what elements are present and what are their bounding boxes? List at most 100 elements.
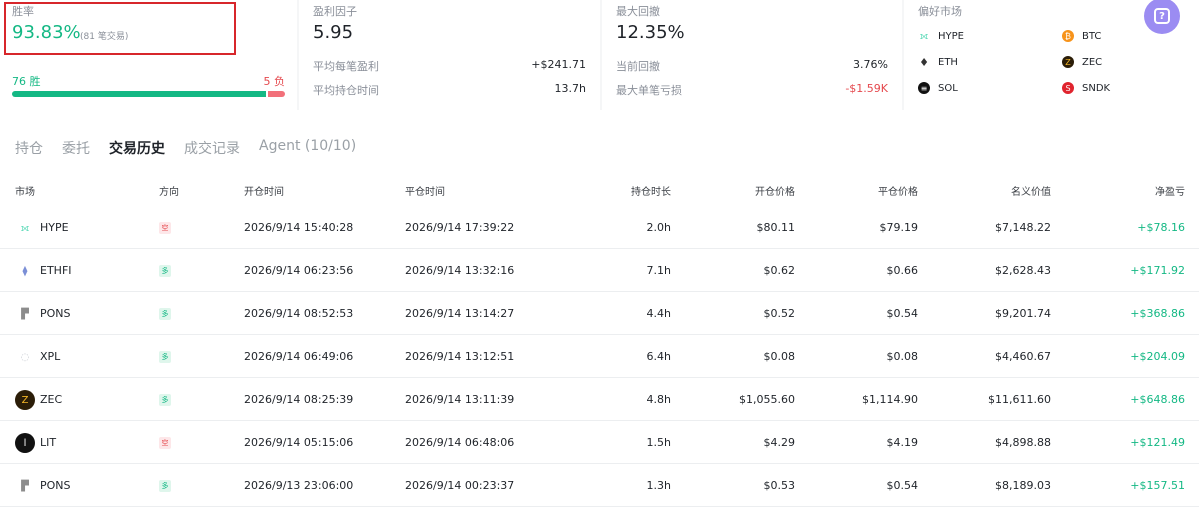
cell-market[interactable]: LIT (40, 436, 56, 449)
tab-agent[interactable]: Agent (10/10) (259, 138, 356, 158)
cell-market[interactable]: PONS (40, 307, 71, 320)
sndk-icon: S (1062, 82, 1074, 94)
side-badge: 多 (159, 480, 171, 492)
cell-open-price: $0.52 (763, 307, 796, 320)
current-drawdown-value: 3.76% (853, 58, 888, 71)
eth-icon: ♦ (919, 55, 929, 69)
avg-hold-label: 平均持仓时间 (313, 84, 379, 97)
cell-close-time: 2026/9/14 13:32:16 (405, 264, 515, 277)
col-side[interactable]: 方向 (159, 183, 179, 198)
cell-notional: $7,148.22 (995, 221, 1051, 234)
wins-count: 76 胜 (12, 75, 41, 88)
cell-pnl: +$648.86 (1130, 393, 1185, 406)
btc-icon: ₿ (1062, 30, 1074, 42)
tab-orders[interactable]: 委托 (62, 138, 90, 158)
cell-pnl: +$121.49 (1130, 436, 1185, 449)
market-zec[interactable]: Z ZEC (1062, 56, 1102, 68)
table-header: 市场 方向 开仓时间 平仓时间 持仓时长 开仓价格 平仓价格 名义价值 净盈亏 (0, 183, 1199, 199)
cell-open-time: 2026/9/14 08:25:39 (244, 393, 354, 406)
market-btc[interactable]: ₿ BTC (1062, 30, 1101, 42)
max-loss-value: -$1.59K (845, 82, 888, 95)
tab-trade-history[interactable]: 交易历史 (109, 138, 165, 158)
cell-duration: 7.1h (646, 264, 671, 277)
col-notional[interactable]: 名义价值 (1011, 183, 1051, 198)
tab-positions[interactable]: 持仓 (15, 138, 43, 158)
cell-close-price: $0.66 (886, 264, 919, 277)
drawdown-card: 最大回撤 12.35% 当前回撤 3.76% 最大单笔亏损 -$1.59K (602, 0, 902, 110)
cell-open-time: 2026/9/14 05:15:06 (244, 436, 354, 449)
cell-pnl: +$171.92 (1130, 264, 1185, 277)
drawdown-value: 12.35% (616, 22, 685, 43)
market-label: HYPE (938, 30, 964, 42)
max-loss-label: 最大单笔亏损 (616, 84, 682, 97)
winrate-bar-wins (12, 91, 266, 97)
cell-open-price: $0.62 (763, 264, 796, 277)
zec-icon: Z (15, 390, 35, 410)
cell-market[interactable]: ETHFI (40, 264, 72, 277)
lit-icon: l (15, 433, 35, 453)
cell-notional: $4,460.67 (995, 350, 1051, 363)
market-sndk[interactable]: S SNDK (1062, 82, 1110, 94)
pons-icon: ▛ (21, 308, 29, 320)
cell-close-price: $4.19 (886, 436, 919, 449)
cell-close-price: $0.08 (886, 350, 919, 363)
cell-market[interactable]: ZEC (40, 393, 62, 406)
market-label: ZEC (1082, 56, 1103, 68)
table-row[interactable]: Z ZEC 多 2026/9/14 08:25:39 2026/9/14 13:11:3… (0, 379, 1199, 421)
table-row[interactable]: ▛ PONS 多 2026/9/14 08:52:53 2026/9/14 13:14:… (0, 293, 1199, 335)
col-market[interactable]: 市场 (15, 183, 35, 198)
cell-close-price: $1,114.90 (862, 393, 918, 406)
profit-factor-value: 5.95 (313, 22, 354, 43)
cell-market[interactable]: XPL (40, 350, 60, 363)
market-eth[interactable]: ♦ ETH (918, 55, 958, 69)
market-label: SOL (938, 82, 958, 94)
market-sol[interactable]: ≡ SOL (918, 82, 958, 94)
cell-close-time: 2026/9/14 13:11:39 (405, 393, 515, 406)
winrate-card: 胜率 93.83% (81 笔交易) 76 胜 5 负 (0, 0, 297, 110)
cell-close-price: $0.54 (886, 479, 919, 492)
col-open-price[interactable]: 开仓价格 (755, 183, 795, 198)
cell-pnl: +$78.16 (1137, 221, 1185, 234)
preferred-markets-label: 偏好市场 (918, 5, 962, 18)
cell-market[interactable]: HYPE (40, 221, 69, 234)
cell-open-time: 2026/9/14 08:52:53 (244, 307, 354, 320)
cell-duration: 1.5h (646, 436, 671, 449)
cell-open-price: $80.11 (756, 221, 796, 234)
col-close-time[interactable]: 平仓时间 (405, 183, 445, 198)
drawdown-label: 最大回撤 (616, 5, 660, 18)
sol-icon: ≡ (918, 82, 930, 94)
col-close-price[interactable]: 平仓价格 (878, 183, 918, 198)
table-row[interactable]: ⧫ ETHFI 多 2026/9/14 06:23:56 2026/9/14 13:32… (0, 250, 1199, 292)
col-open-time[interactable]: 开仓时间 (244, 183, 284, 198)
table-row[interactable]: ▛ PONS 多 2026/9/13 23:06:00 2026/9/14 00:23:… (0, 465, 1199, 507)
side-badge: 空 (159, 437, 171, 449)
table-row[interactable]: l LIT 空 2026/9/14 05:15:06 2026/9/14 06:48:0… (0, 422, 1199, 464)
avg-profit-label: 平均每笔盈利 (313, 60, 379, 73)
table-row[interactable]: ⟗ HYPE 空 2026/9/14 15:40:28 2026/9/14 17:39:… (0, 207, 1199, 249)
cell-duration: 2.0h (646, 221, 671, 234)
side-badge: 空 (159, 222, 171, 234)
cell-close-price: $0.54 (886, 307, 919, 320)
winrate-value: 93.83% (12, 22, 81, 43)
stats-bar: 胜率 93.83% (81 笔交易) 76 胜 5 负 盈利因子 5.95 平均… (0, 0, 1199, 110)
cell-pnl: +$368.86 (1130, 307, 1185, 320)
ethfi-icon: ⧫ (22, 265, 28, 277)
hype-icon: ⟗ (919, 30, 929, 42)
table-row[interactable]: ◌ XPL 多 2026/9/14 06:49:06 2026/9/14 13:12:5… (0, 336, 1199, 378)
zec-icon: Z (1062, 56, 1074, 68)
cell-open-price: $4.29 (763, 436, 796, 449)
tab-bar: 持仓 委托 交易历史 成交记录 Agent (10/10) (15, 138, 356, 158)
cell-pnl: +$157.51 (1130, 479, 1185, 492)
cell-close-price: $79.19 (879, 221, 919, 234)
cell-close-time: 2026/9/14 13:14:27 (405, 307, 515, 320)
side-badge: 多 (159, 265, 171, 277)
col-duration[interactable]: 持仓时长 (631, 183, 671, 198)
losses-count: 5 负 (263, 75, 286, 88)
current-drawdown-label: 当前回撤 (616, 60, 660, 73)
tab-fills[interactable]: 成交记录 (184, 138, 240, 158)
avg-hold-value: 13.7h (554, 82, 586, 95)
winrate-bar-losses (268, 91, 285, 97)
col-pnl[interactable]: 净盈亏 (1155, 183, 1185, 198)
cell-market[interactable]: PONS (40, 479, 71, 492)
market-hype[interactable]: ⟗ HYPE (918, 30, 964, 42)
